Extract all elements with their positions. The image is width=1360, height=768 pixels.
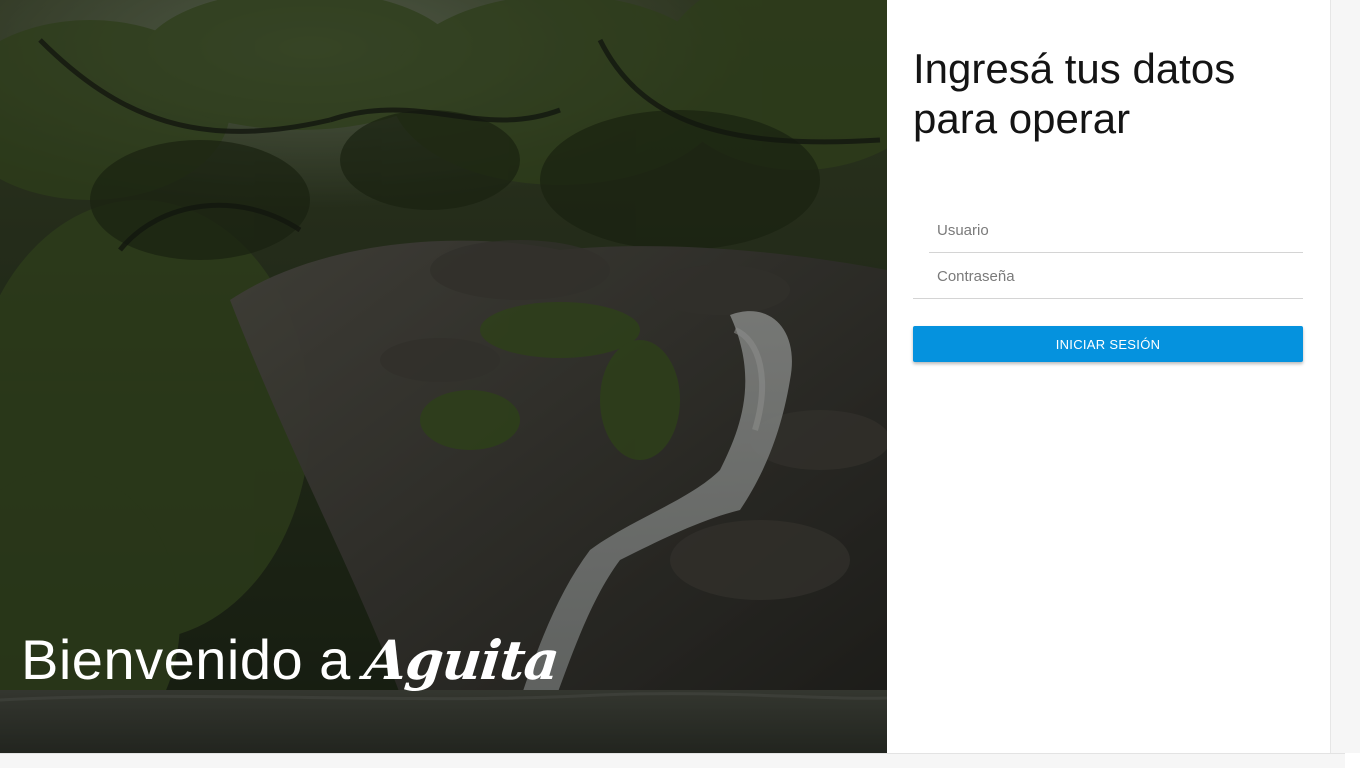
welcome-heading: Bienvenido a Aguita [21, 624, 562, 696]
horizontal-scrollbar[interactable] [0, 753, 1345, 768]
login-title: Ingresá tus datos para operar [913, 45, 1236, 142]
scrollbar-corner [1345, 753, 1360, 768]
vertical-scrollbar[interactable] [1330, 0, 1360, 753]
password-field [913, 253, 1303, 299]
hero-panel: Bienvenido a Aguita [0, 0, 887, 753]
app-viewport: Bienvenido a Aguita Ingresá tus datos pa… [0, 0, 1330, 753]
login-button[interactable]: INICIAR SESIÓN [913, 326, 1303, 362]
login-panel: Ingresá tus datos para operar INICIAR SE… [887, 0, 1330, 753]
brand-logo: Aguita [361, 628, 562, 692]
username-input[interactable] [937, 213, 1287, 247]
username-field [929, 207, 1303, 253]
password-input[interactable] [937, 259, 1287, 293]
welcome-text: Bienvenido a [21, 628, 351, 691]
